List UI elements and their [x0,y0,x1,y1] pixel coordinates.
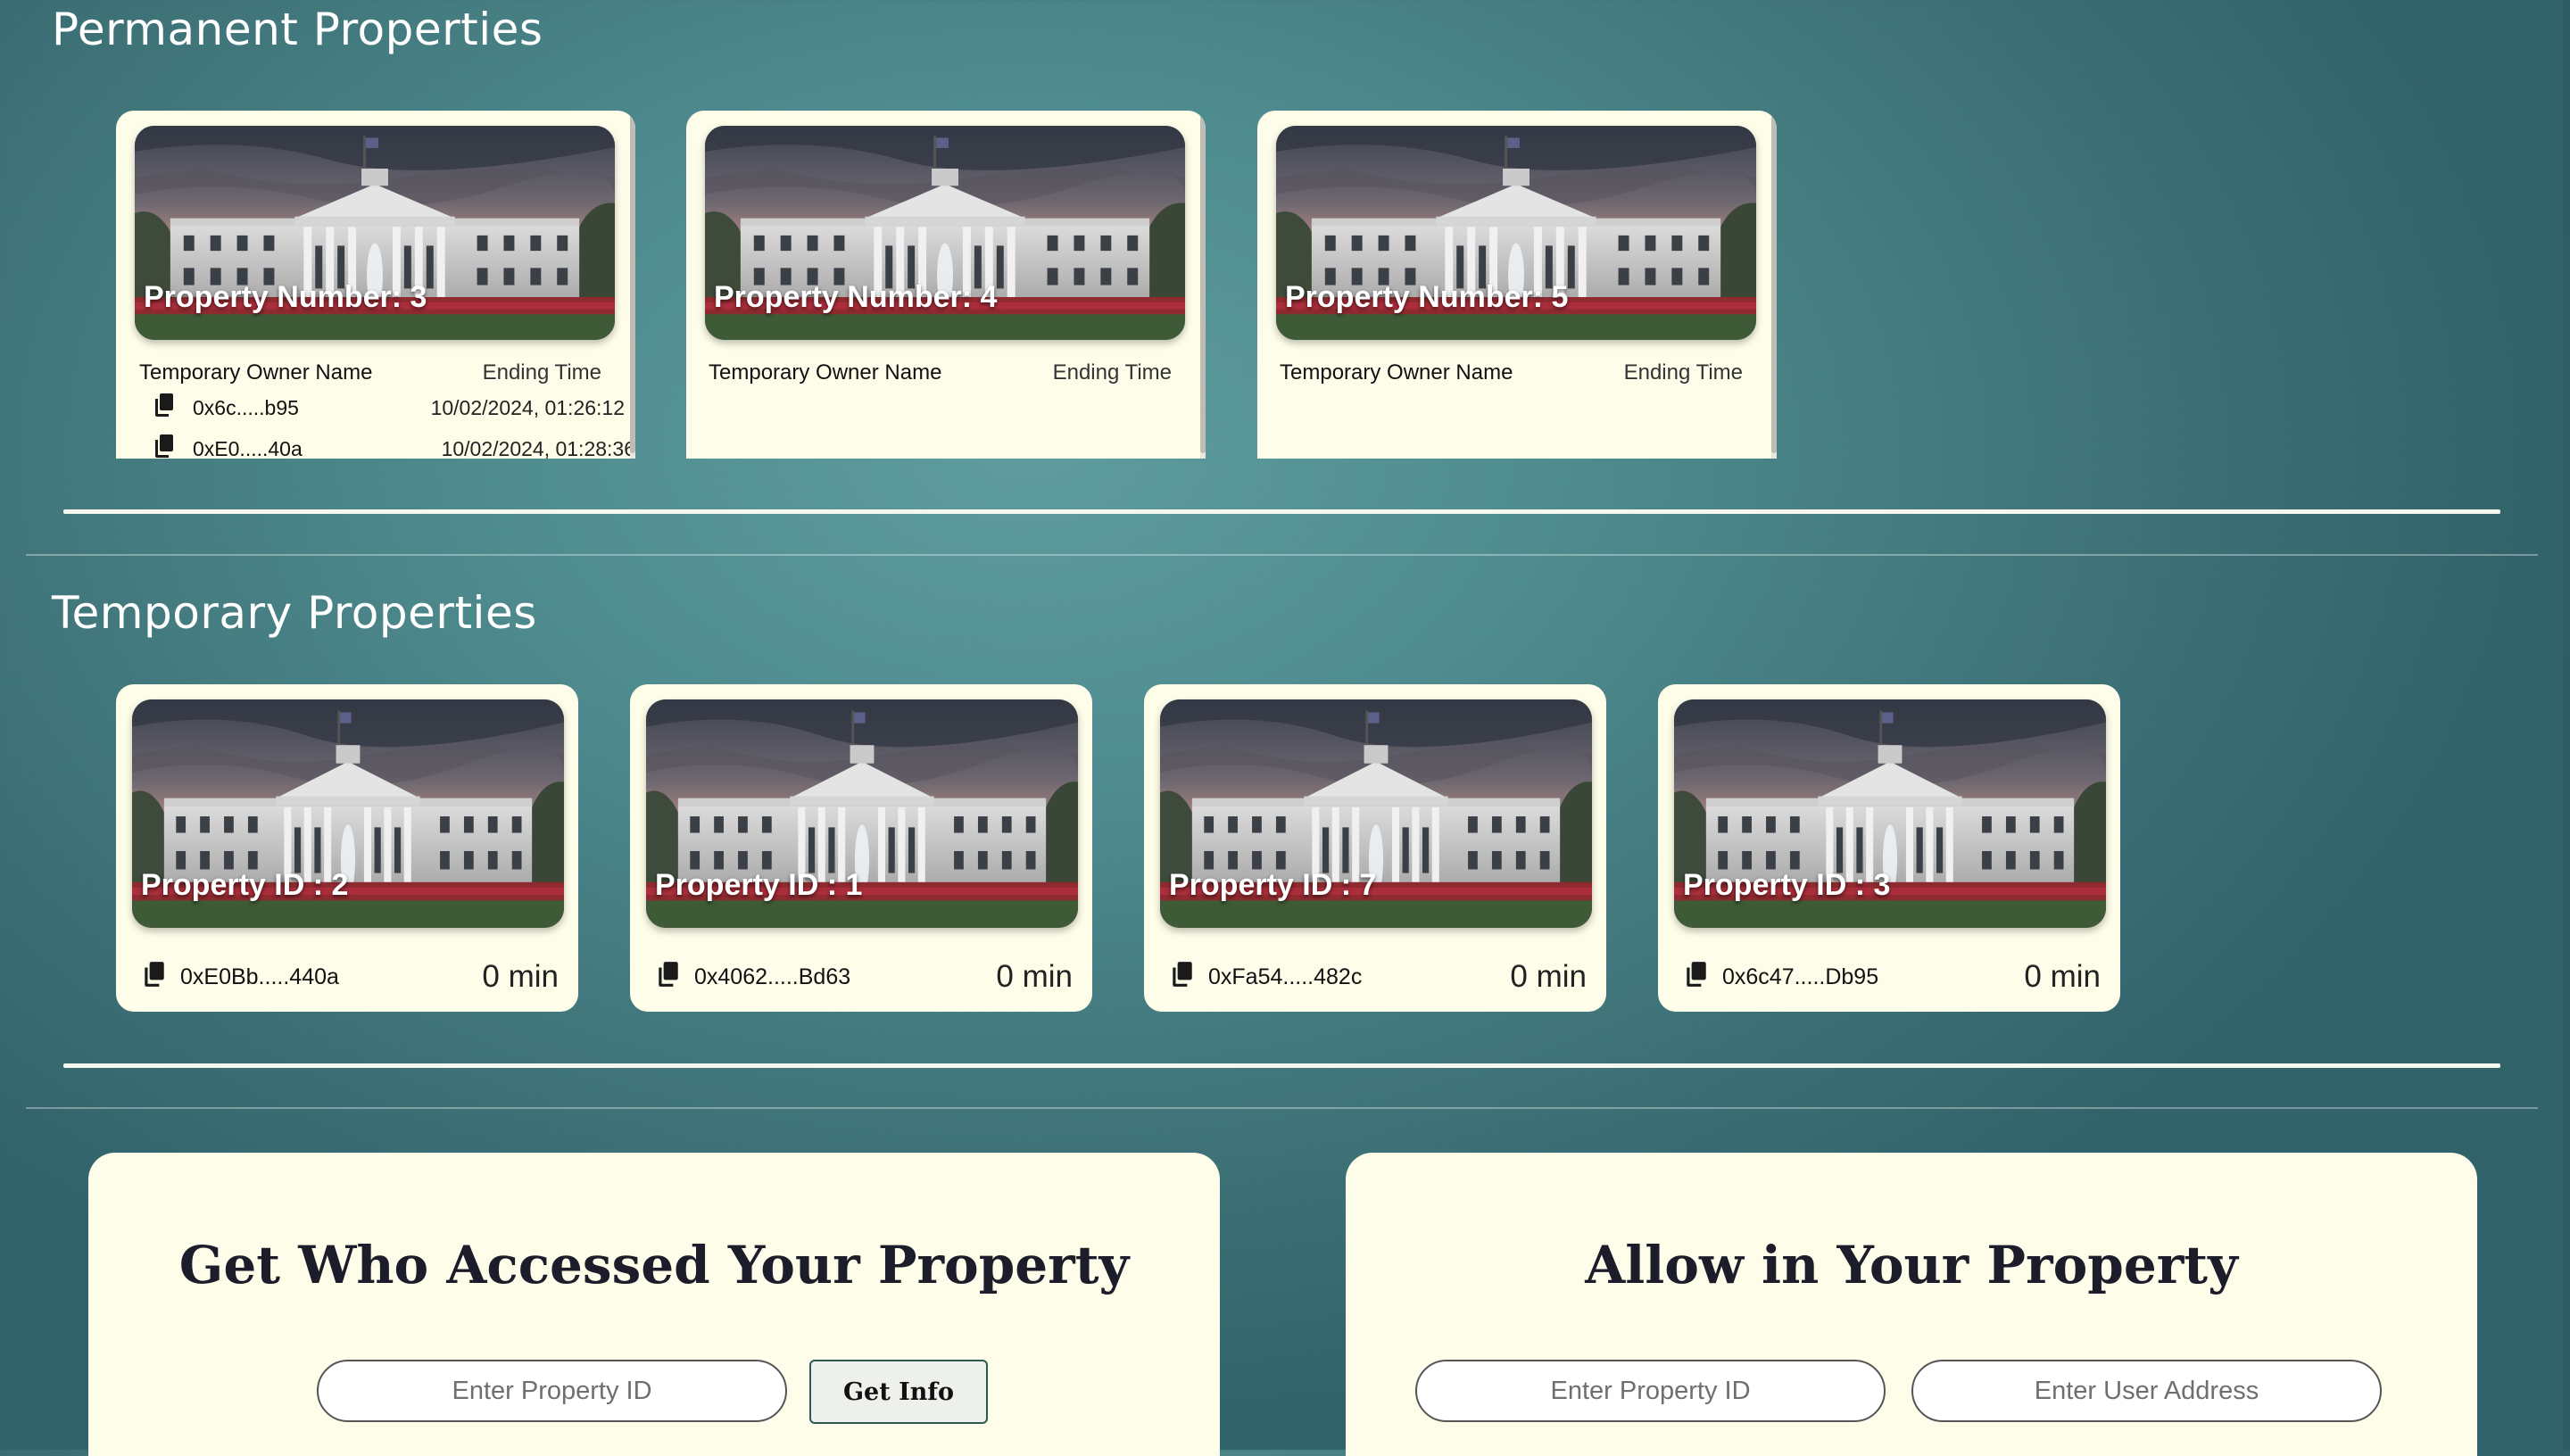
remaining-time: 0 min [482,959,559,994]
property-image: Property Number: 3 [135,126,615,340]
owner-column-header: Temporary Owner Name [709,360,942,385]
property-id-input[interactable] [317,1360,787,1422]
copy-icon[interactable] [153,434,175,459]
copy-icon[interactable] [143,961,166,988]
property-image: Property Number: 4 [705,126,1185,340]
permanent-property-card[interactable]: Property Number: 5 Temporary Owner Name … [1257,111,1777,459]
ending-time-column-header: Ending Time [1052,360,1172,385]
card-scrollbar[interactable] [630,111,635,459]
owner-address: 0x6c.....b95 [193,396,299,419]
temporary-property-card[interactable]: Property ID : 7 0xFa54.....482c 0 min [1144,684,1606,1012]
owner-row: 0x6c.....b95 10/02/2024, 01:26:12 [116,394,635,430]
ending-time-column-header: Ending Time [1623,360,1743,385]
ending-time-column-header: Ending Time [482,360,601,385]
property-image: Property ID : 7 [1160,699,1592,928]
card-scrollbar[interactable] [1771,111,1777,459]
property-number-label: Property Number: 4 [714,280,998,314]
remaining-time: 0 min [2024,959,2101,994]
temporary-properties-heading: Temporary Properties [52,587,537,639]
get-info-button[interactable]: Get Info [809,1360,988,1424]
temporary-property-card[interactable]: Property ID : 3 0x6c47.....Db95 0 min [1658,684,2120,1012]
property-image: Property ID : 3 [1674,699,2106,928]
section-divider [63,509,2500,514]
user-address-input[interactable] [1911,1360,2382,1422]
owner-row: 0xE0.....40a 10/02/2024, 01:28:36 [116,435,635,459]
copy-icon[interactable] [1171,961,1194,988]
owner-address: 0xFa54.....482c [1208,964,1363,989]
temporary-property-card[interactable]: Property ID : 2 0xE0Bb.....440a 0 min [116,684,578,1012]
owner-column-header: Temporary Owner Name [1280,360,1513,385]
permanent-property-card[interactable]: Property Number: 3 Temporary Owner Name … [116,111,635,459]
section-divider [63,1063,2500,1068]
owner-column-header: Temporary Owner Name [139,360,373,385]
temporary-property-card[interactable]: Property ID : 1 0x4062.....Bd63 0 min [630,684,1092,1012]
remaining-time: 0 min [1510,959,1587,994]
property-image: Property ID : 1 [646,699,1078,928]
owner-address: 0xE0.....40a [193,437,303,459]
access-log-title: Get Who Accessed Your Property [178,1235,1130,1295]
owner-address: 0xE0Bb.....440a [180,964,339,989]
property-number-label: Property Number: 3 [144,280,427,314]
page-scrollbar[interactable] [2563,0,2570,1450]
section-divider-thin [26,554,2538,556]
owner-address: 0x6c47.....Db95 [1722,964,1879,989]
copy-icon[interactable] [153,393,175,418]
permanent-property-card[interactable]: Property Number: 4 Temporary Owner Name … [686,111,1206,459]
access-log-form: Get Who Accessed Your Property Get Info [88,1153,1220,1456]
property-image: Property Number: 5 [1276,126,1756,340]
property-id-label: Property ID : 3 [1683,868,1891,902]
copy-icon[interactable] [657,961,680,988]
property-id-label: Property ID : 7 [1169,868,1377,902]
property-id-input[interactable] [1415,1360,1886,1422]
remaining-time: 0 min [996,959,1073,994]
card-scrollbar[interactable] [1200,111,1206,459]
property-image: Property ID : 2 [132,699,564,928]
allow-access-title: Allow in Your Property [1585,1235,2238,1295]
property-id-label: Property ID : 1 [655,868,863,902]
ending-time: 10/02/2024, 01:28:36 [441,437,635,459]
property-id-label: Property ID : 2 [141,868,349,902]
permanent-properties-heading: Permanent Properties [52,4,543,55]
property-number-label: Property Number: 5 [1285,280,1569,314]
copy-icon[interactable] [1685,961,1708,988]
allow-access-form: Allow in Your Property [1346,1153,2477,1456]
ending-time: 10/02/2024, 01:26:12 [430,396,625,419]
owner-address: 0x4062.....Bd63 [694,964,851,989]
section-divider-thin [26,1107,2538,1109]
